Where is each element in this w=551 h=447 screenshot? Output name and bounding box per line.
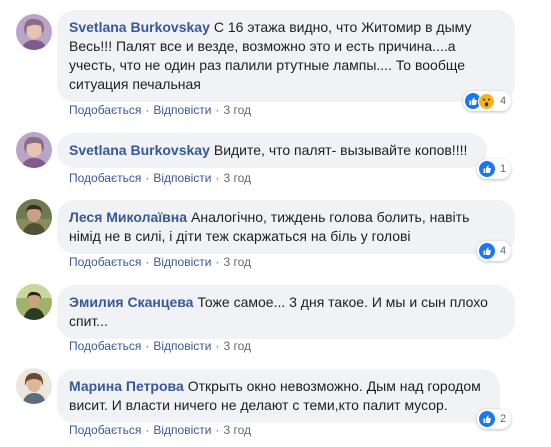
avatar[interactable] (16, 368, 52, 404)
separator-dot: · (215, 255, 220, 269)
comment-time[interactable]: 3 год (223, 171, 251, 185)
avatar-image (16, 14, 52, 50)
like-icon (479, 411, 495, 427)
reaction-summary[interactable]: 1 (477, 159, 512, 179)
avatar-image (16, 368, 52, 404)
reaction-summary[interactable]: 2 (477, 409, 512, 429)
avatar-image (16, 132, 52, 168)
comment-actions: Подобається · Відповісти · 3 год (69, 338, 251, 354)
like-button[interactable]: Подобається (69, 103, 141, 117)
like-button[interactable]: Подобається (69, 171, 141, 185)
comment-time[interactable]: 3 год (223, 339, 251, 353)
reply-button[interactable]: Відповісти (153, 255, 211, 269)
comment-author[interactable]: Марина Петрова (69, 378, 184, 394)
like-button[interactable]: Подобається (69, 255, 141, 269)
comment-author[interactable]: Леся Миколаївна (69, 209, 187, 225)
comment-author[interactable]: Svetlana Burkovskay (69, 19, 210, 35)
avatar[interactable] (16, 132, 52, 168)
reaction-count: 2 (500, 413, 507, 425)
separator-dot: · (145, 103, 150, 117)
separator-dot: · (145, 171, 150, 185)
comment-time[interactable]: 3 год (223, 255, 251, 269)
separator-dot: · (145, 255, 150, 269)
comment-actions: Подобається · Відповісти · 3 год (69, 422, 251, 438)
comment-author[interactable]: Svetlana Burkovskay (69, 142, 210, 158)
separator-dot: · (145, 339, 150, 353)
comment-time[interactable]: 3 год (223, 103, 251, 117)
avatar[interactable] (16, 14, 52, 50)
comment-actions: Подобається · Відповісти · 3 год (69, 102, 251, 118)
reply-button[interactable]: Відповісти (153, 423, 211, 437)
comment-time[interactable]: 3 год (223, 423, 251, 437)
comment-text: Видите, что палят- вызывайте копов!!!! (213, 142, 468, 158)
avatar[interactable] (16, 284, 52, 320)
reaction-summary[interactable]: 4 (463, 91, 512, 111)
avatar-image (16, 199, 52, 235)
reply-button[interactable]: Відповісти (153, 171, 211, 185)
reaction-summary[interactable]: 4 (477, 241, 512, 261)
avatar-image (16, 284, 52, 320)
like-icon (479, 243, 495, 259)
separator-dot: · (215, 171, 220, 185)
like-icon (479, 161, 495, 177)
comment-bubble: Леся Миколаївна Аналогічно, тиждень голов… (57, 200, 515, 254)
separator-dot: · (215, 423, 220, 437)
reaction-count: 4 (500, 245, 507, 257)
comment-actions: Подобається · Відповісти · 3 год (69, 254, 251, 270)
like-button[interactable]: Подобається (69, 339, 141, 353)
wow-icon (478, 92, 495, 110)
comment-bubble: Svetlana Burkovskay Видите, что палят- вы… (57, 133, 487, 168)
comment-bubble: Марина Петрова Открыть окно невозможно. Д… (57, 369, 500, 423)
separator-dot: · (215, 103, 220, 117)
separator-dot: · (145, 423, 150, 437)
comment-bubble: Svetlana Burkovskay С 16 этажа видно, что… (57, 10, 515, 102)
reply-button[interactable]: Відповісти (153, 103, 211, 117)
comment-actions: Подобається · Відповісти · 3 год (69, 170, 251, 186)
reply-button[interactable]: Відповісти (153, 339, 211, 353)
separator-dot: · (215, 339, 220, 353)
reaction-count: 4 (500, 95, 507, 107)
comment-author[interactable]: Эмилия Сканцева (69, 294, 193, 310)
comment-bubble: Эмилия Сканцева Тоже самое... 3 дня такое… (57, 285, 515, 339)
like-button[interactable]: Подобається (69, 423, 141, 437)
avatar[interactable] (16, 199, 52, 235)
reaction-count: 1 (500, 163, 507, 175)
